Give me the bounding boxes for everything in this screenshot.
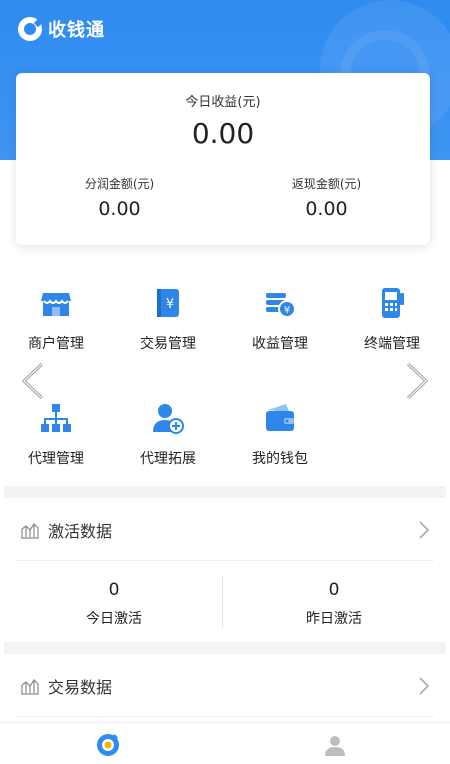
carousel-next-button[interactable]: [404, 362, 430, 400]
menu-item-wallet[interactable]: 我的钱包: [224, 400, 336, 468]
ledger-icon: ¥: [150, 285, 186, 321]
split-amount-label: 分润金额(元): [84, 177, 155, 191]
pos-terminal-icon: [374, 285, 410, 321]
trend-chart-icon: [21, 679, 39, 695]
divider: [16, 716, 434, 717]
menu-item-agents[interactable]: 代理管理: [0, 400, 112, 468]
section-gap: [4, 642, 446, 654]
carousel-prev-button[interactable]: [20, 362, 46, 400]
store-icon: [38, 285, 74, 321]
trend-chart-icon: [21, 523, 39, 539]
menu-item-terminal[interactable]: 终端管理: [336, 285, 448, 353]
chevron-right-icon: [419, 677, 430, 695]
menu-label: 终端管理: [364, 336, 420, 352]
section-title: 激活数据: [48, 522, 113, 541]
logo-icon: [18, 17, 42, 41]
chevron-right-icon: [419, 521, 430, 539]
coins-icon: ¥: [262, 285, 298, 321]
cashback-amount-label: 返现金额(元): [291, 177, 362, 191]
menu-label: 收益管理: [252, 336, 308, 352]
menu-item-agent-expansion[interactable]: 代理拓展: [112, 400, 224, 468]
home-logo-icon: [97, 733, 119, 756]
menu-item-earnings[interactable]: ¥ 收益管理: [224, 285, 336, 353]
section-gap: [4, 486, 446, 498]
activation-stats: 0 今日激活 0 昨日激活: [4, 568, 446, 636]
today-earnings-label: 今日收益(元): [185, 95, 261, 110]
split-amount: 分润金额(元) 0.00: [16, 175, 223, 220]
tab-profile[interactable]: [323, 733, 347, 757]
divider: [16, 560, 434, 561]
earnings-card: 今日收益(元) 0.00 分润金额(元) 0.00 返现金额(元) 0.00: [16, 73, 430, 245]
split-amount-value: 0.00: [98, 198, 141, 220]
section-title: 交易数据: [48, 678, 113, 697]
app-title: 收钱通: [48, 20, 105, 41]
tab-home[interactable]: [96, 733, 120, 757]
cashback-amount: 返现金额(元) 0.00: [223, 175, 430, 220]
yesterday-activation-value: 0: [328, 580, 340, 600]
menu-label: 我的钱包: [252, 451, 308, 467]
menu-label: 代理管理: [28, 451, 84, 467]
yesterday-activation-label: 昨日激活: [306, 611, 362, 627]
menu-item-merchant[interactable]: 商户管理: [0, 285, 112, 353]
menu-label: 商户管理: [28, 336, 84, 352]
cashback-amount-value: 0.00: [305, 198, 348, 220]
yesterday-activation: 0 昨日激活: [224, 580, 444, 628]
today-activation-value: 0: [108, 580, 120, 600]
activation-data-header[interactable]: 激活数据: [4, 502, 446, 558]
menu-label: 代理拓展: [140, 451, 196, 467]
wallet-icon: [262, 400, 298, 436]
chevron-right-icon: [406, 362, 429, 400]
bottom-tab-bar: [0, 722, 450, 764]
today-earnings-value: 0.00: [191, 117, 255, 150]
app-brand: 收钱通: [18, 16, 105, 42]
org-chart-icon: [38, 400, 74, 436]
menu-label: 交易管理: [140, 336, 196, 352]
chevron-left-icon: [21, 362, 44, 400]
svg-text:¥: ¥: [166, 297, 174, 312]
today-activation-label: 今日激活: [86, 611, 142, 627]
stats-separator: [222, 576, 223, 628]
svg-text:¥: ¥: [284, 305, 290, 316]
user-icon: [325, 736, 345, 756]
today-activation: 0 今日激活: [4, 580, 224, 628]
add-user-icon: [150, 400, 186, 436]
menu-item-transactions[interactable]: ¥ 交易管理: [112, 285, 224, 353]
transaction-data-header[interactable]: 交易数据: [4, 658, 446, 714]
